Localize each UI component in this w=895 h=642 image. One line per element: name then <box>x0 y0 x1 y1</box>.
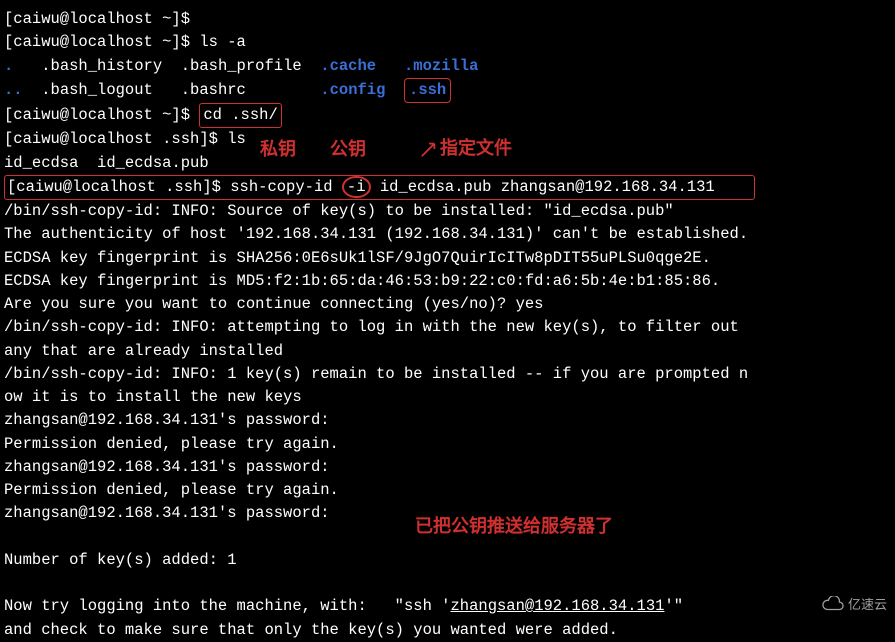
annotation-public-key: 公钥 <box>330 136 366 163</box>
out-try-login: Now try logging into the machine, with: … <box>4 595 891 618</box>
prompt-line-empty: [caiwu@localhost ~]$ <box>4 8 891 31</box>
out-continue: Are you sure you want to continue connec… <box>4 293 891 316</box>
ssh-copy-highlight: [caiwu@localhost .ssh]$ ssh-copy-id -i i… <box>4 175 755 200</box>
out-denied2: Permission denied, please try again. <box>4 479 891 502</box>
ssh-dir-highlight: .ssh <box>404 78 451 103</box>
flag-i-highlight: -i <box>342 176 371 199</box>
cmd-ls-a: ls -a <box>199 33 246 51</box>
cd-ssh-highlight: cd .ssh/ <box>199 103 281 128</box>
annotation-specify-file: 指定文件 <box>440 135 512 162</box>
out-remain2: ow it is to install the new keys <box>4 386 891 409</box>
prompt-line-ls-a: [caiwu@localhost ~]$ ls -a <box>4 31 891 54</box>
out-fp-sha: ECDSA key fingerprint is SHA256:0E6sUk1l… <box>4 247 891 270</box>
prompt-cd-ssh: [caiwu@localhost ~]$ cd .ssh/ <box>4 103 891 128</box>
out-remain1: /bin/ssh-copy-id: INFO: 1 key(s) remain … <box>4 363 891 386</box>
ssh-copy-id-line: [caiwu@localhost .ssh]$ ssh-copy-id -i i… <box>4 175 891 200</box>
out-denied1: Permission denied, please try again. <box>4 433 891 456</box>
cloud-icon <box>822 596 844 612</box>
out-attempting1: /bin/ssh-copy-id: INFO: attempting to lo… <box>4 316 891 339</box>
watermark: 亿速云 <box>822 595 887 615</box>
annotation-private-key: 私钥 <box>260 136 296 163</box>
out-check-keys: and check to make sure that only the key… <box>4 619 891 642</box>
blank2 <box>4 572 891 595</box>
out-fp-md5: ECDSA key fingerprint is MD5:f2:1b:65:da… <box>4 270 891 293</box>
out-keys-added: Number of key(s) added: 1 <box>4 549 891 572</box>
out-authenticity: The authenticity of host '192.168.34.131… <box>4 223 891 246</box>
ls-row1: . .bash_history .bash_profile .cache .mo… <box>4 55 891 78</box>
out-pw2: zhangsan@192.168.34.131's password: <box>4 456 891 479</box>
out-pw1: zhangsan@192.168.34.131's password: <box>4 409 891 432</box>
out-attempting2: any that are already installed <box>4 340 891 363</box>
annotation-pushed: 已把公钥推送给服务器了 <box>415 513 613 540</box>
out-source: /bin/ssh-copy-id: INFO: Source of key(s)… <box>4 200 891 223</box>
ls-row2: .. .bash_logout .bashrc .config .ssh <box>4 78 891 103</box>
